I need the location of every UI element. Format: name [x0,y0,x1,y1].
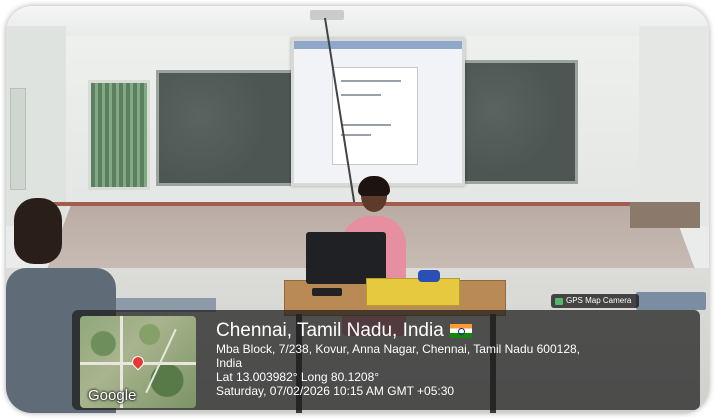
window [10,88,26,190]
gps-camera-badge: GPS Map Camera [551,294,639,308]
chalkboard-right [458,60,578,184]
camera-icon [555,297,563,305]
student-head [14,198,62,264]
location-map: Google [80,316,196,408]
chalkboard-left [156,70,297,186]
notice-board [88,80,150,190]
coordinates: Lat 13.003982° Long 80.1208° [216,370,380,384]
india-flag-icon [449,324,472,338]
google-watermark: Google [88,387,137,404]
map-pin-icon [129,353,147,371]
location-city: Chennai, Tamil Nadu, India [216,320,580,342]
location-info: Chennai, Tamil Nadu, India Mba Block, 7/… [216,320,580,398]
photo-frame: GPS Map Camera Google Chennai, Tamil Nad… [6,6,709,413]
city-name: Chennai, Tamil Nadu, India [216,320,444,341]
yellow-box [366,278,460,306]
projection-screen [291,38,465,186]
side-desk [630,202,700,228]
datetime: Saturday, 07/02/2026 10:15 AM GMT +05:30 [216,384,455,398]
blue-object [418,270,440,282]
address-line-2: India [216,356,243,370]
phone [312,288,342,296]
projector [310,10,344,20]
gps-camera-label: GPS Map Camera [566,296,632,305]
screen-title-bar [294,41,462,49]
address-line-1: Mba Block, 7/238, Kovur, Anna Nagar, Che… [216,342,581,356]
laptop [306,232,386,284]
right-wall [639,26,709,226]
presenter-hair [358,176,390,196]
student-table-right [636,292,706,310]
